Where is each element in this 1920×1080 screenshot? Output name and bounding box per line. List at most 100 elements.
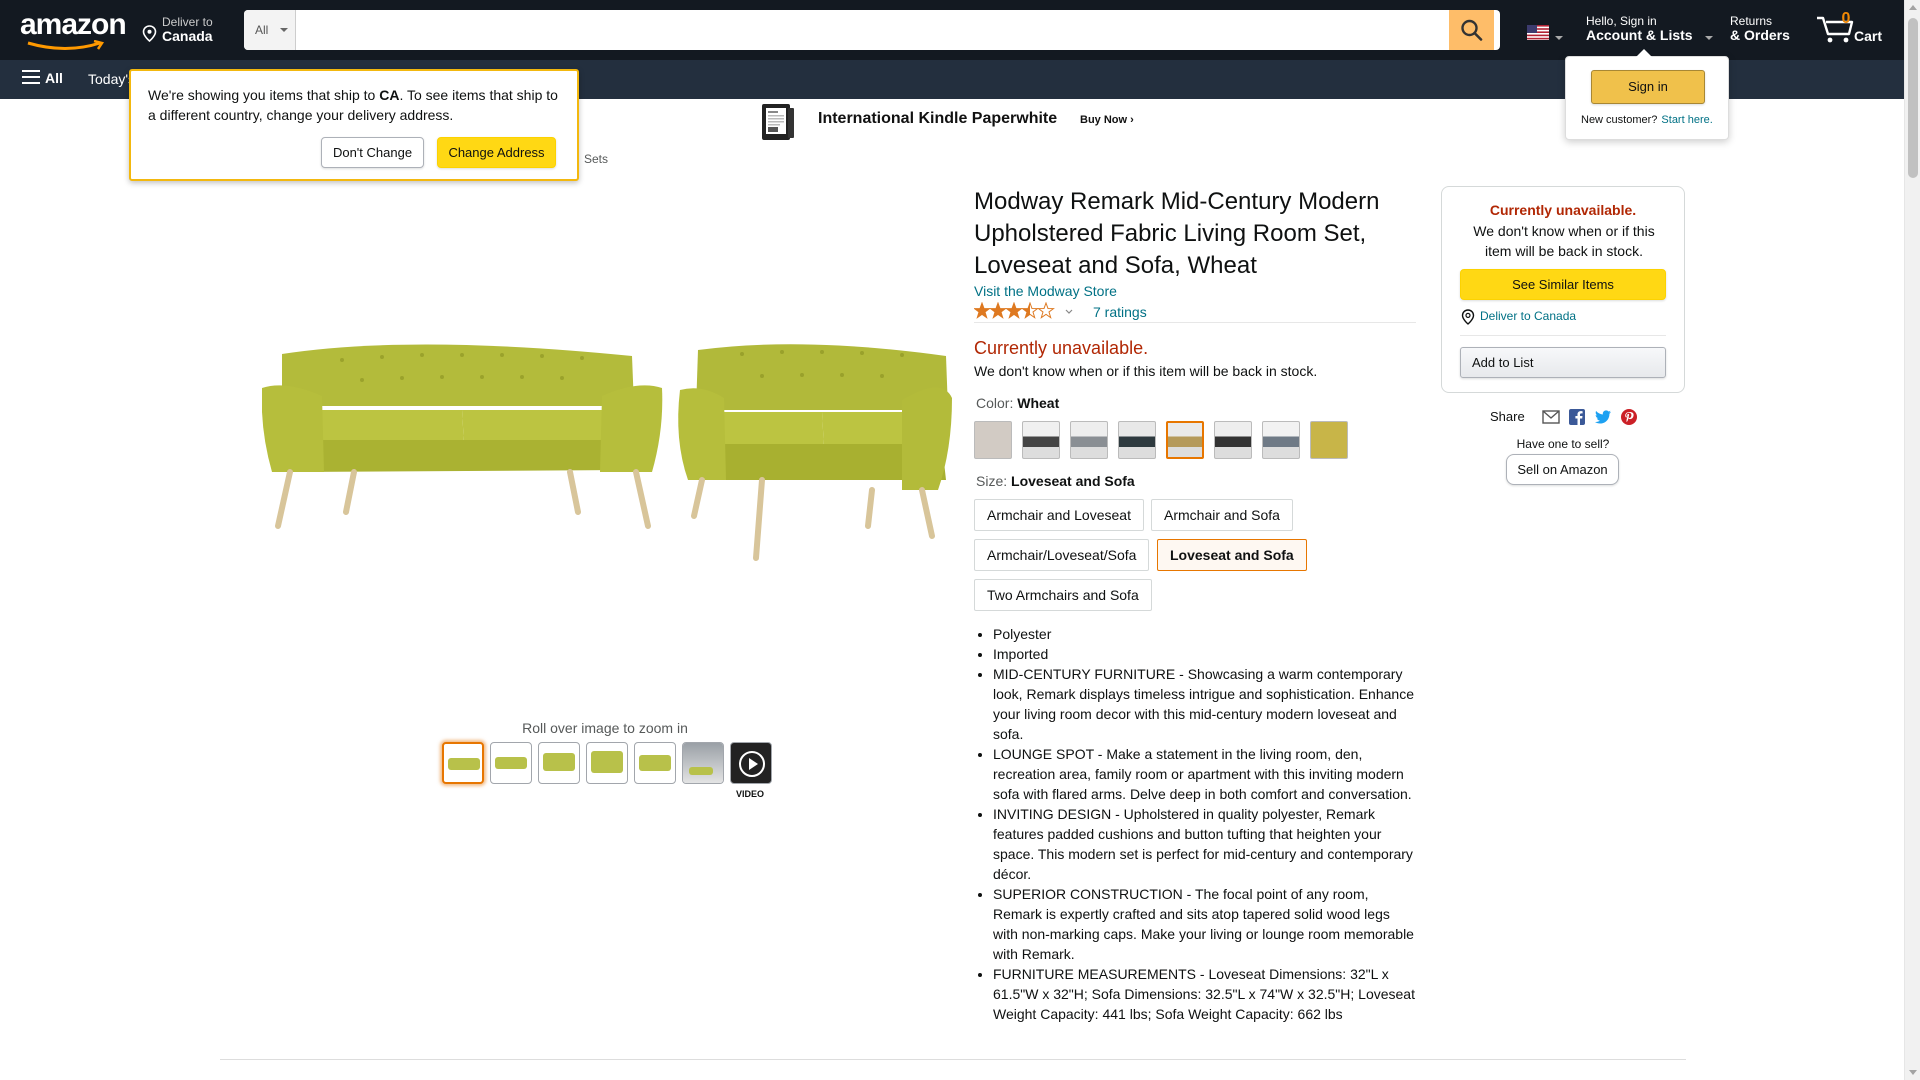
search-category-dropdown[interactable]: All	[244, 10, 296, 50]
thumbnail-4[interactable]	[586, 742, 628, 784]
cart-link[interactable]: 0 Cart	[1812, 8, 1898, 52]
returns-orders-link[interactable]: Returns & Orders	[1730, 14, 1810, 48]
color-swatch-2[interactable]	[1022, 421, 1060, 459]
star-rating-icon	[973, 301, 1073, 319]
add-to-list-button[interactable]: Add to List	[1460, 347, 1666, 378]
color-swatch-4[interactable]	[1118, 421, 1156, 459]
search-button[interactable]	[1449, 10, 1494, 50]
thumbnail-video[interactable]	[730, 742, 772, 784]
search-input[interactable]	[296, 10, 1453, 50]
feature-bullets: Polyester Imported MID-CENTURY FURNITURE…	[975, 624, 1415, 1024]
new-customer-prompt: New customer? Start here.	[1581, 114, 1713, 126]
top-nav: amazon Deliver to Canada All Hello, Sign…	[0, 0, 1904, 60]
availability-note: We don't know when or if this item will …	[974, 363, 1318, 379]
color-label-prefix: Color:	[976, 395, 1018, 411]
email-icon[interactable]	[1542, 408, 1560, 426]
chevron-down-icon	[280, 28, 288, 32]
thumbnail-2[interactable]	[490, 742, 532, 784]
color-swatch-6[interactable]	[1214, 421, 1252, 459]
buy-box: Currently unavailable. We don't know whe…	[1441, 186, 1685, 393]
todays-deals-link[interactable]: Today's	[88, 71, 135, 87]
size-option-armchair-loveseat[interactable]: Armchair and Loveseat	[974, 499, 1144, 531]
amazon-logo[interactable]: amazon	[20, 8, 127, 50]
color-label: Color: Wheat	[976, 395, 1059, 411]
color-swatch-wheat[interactable]	[1166, 421, 1204, 459]
product-main-image[interactable]	[262, 340, 952, 570]
thumbnail-1[interactable]	[442, 742, 484, 784]
change-address-button[interactable]: Change Address	[437, 137, 556, 168]
account-lists-menu[interactable]: Hello, Sign in Account & Lists	[1586, 14, 1713, 48]
logo-text: amazon	[20, 8, 127, 41]
thumbnail-6[interactable]	[682, 742, 724, 784]
scrollbar-thumb[interactable]	[1908, 18, 1918, 178]
us-flag-icon	[1527, 25, 1549, 40]
dont-change-button[interactable]: Don't Change	[321, 137, 424, 168]
thumbnail-5[interactable]	[634, 742, 676, 784]
banner-buy-now[interactable]: Buy Now ›	[1080, 114, 1134, 126]
chevron-down-icon	[1705, 36, 1713, 40]
returns-label: Returns	[1730, 14, 1773, 28]
page-scrollbar[interactable]	[1904, 0, 1920, 1080]
deliver-to-location[interactable]: Deliver to Canada	[142, 15, 242, 45]
size-option-armchair-loveseat-sofa[interactable]: Armchair/Loveseat/Sofa	[974, 539, 1150, 571]
ratings-count-link[interactable]: 7 ratings	[1093, 304, 1147, 320]
twitter-icon[interactable]	[1594, 408, 1612, 426]
share-row: Share	[1490, 408, 1650, 428]
new-customer-label: New customer?	[1581, 114, 1658, 126]
cart-label: Cart	[1854, 28, 1883, 44]
sofa-left-illustration	[262, 344, 663, 529]
kindle-device-icon	[762, 104, 794, 140]
color-swatch-3[interactable]	[1070, 421, 1108, 459]
facebook-icon[interactable]	[1568, 408, 1586, 426]
flyout-arrow	[1636, 49, 1652, 57]
start-here-link[interactable]: Start here.	[1661, 114, 1712, 126]
scroll-down-arrow-icon[interactable]	[1909, 1070, 1917, 1075]
see-similar-items-button[interactable]: See Similar Items	[1460, 269, 1666, 300]
list-item: Imported	[993, 644, 1415, 664]
sign-in-button[interactable]: Sign in	[1591, 70, 1705, 104]
size-label-prefix: Size:	[976, 473, 1012, 489]
thumbnail-image	[543, 753, 575, 771]
breadcrumb[interactable]: Sets	[584, 152, 608, 166]
loveseat-right-illustration	[678, 344, 952, 561]
product-title: Modway Remark Mid-Century Modern Upholst…	[974, 188, 1380, 279]
orders-label: & Orders	[1730, 27, 1790, 43]
scroll-up-arrow-icon[interactable]	[1909, 5, 1917, 10]
search-bar: All	[244, 10, 1500, 50]
all-menu-button[interactable]: All	[22, 70, 63, 86]
pinterest-icon[interactable]	[1620, 408, 1638, 426]
thumbnail-image	[639, 755, 671, 771]
size-option-armchair-sofa[interactable]: Armchair and Sofa	[1151, 499, 1293, 531]
language-selector[interactable]	[1527, 25, 1567, 41]
hamburger-icon	[22, 70, 40, 85]
signin-flyout: Sign in New customer? Start here.	[1565, 49, 1729, 140]
list-item: MID-CENTURY FURNITURE - Showcasing a war…	[993, 664, 1415, 744]
sell-on-amazon-button[interactable]: Sell on Amazon	[1506, 454, 1619, 485]
star-rating[interactable]	[973, 301, 1084, 320]
thumbnail-3[interactable]	[538, 742, 580, 784]
color-swatch-7[interactable]	[1262, 421, 1300, 459]
zoom-hint: Roll over image to zoom in	[522, 720, 688, 736]
list-item: FURNITURE MEASUREMENTS - Loveseat Dimens…	[993, 964, 1415, 1024]
chevron-down-icon	[1555, 36, 1563, 40]
size-selected-value: Loveseat and Sofa	[1011, 473, 1135, 489]
search-icon	[1461, 19, 1483, 41]
cart-count: 0	[1841, 10, 1851, 27]
play-icon	[739, 751, 765, 777]
thumbnail-image	[591, 751, 623, 773]
color-swatch-8[interactable]	[1310, 421, 1348, 459]
all-menu-label: All	[45, 70, 63, 86]
popover-message-text: We're showing you items that ship to	[148, 87, 380, 103]
account-lists-label: Account & Lists	[1586, 27, 1693, 43]
divider	[1460, 335, 1666, 336]
location-pin-icon	[1461, 309, 1475, 325]
list-item: LOUNGE SPOT - Make a statement in the li…	[993, 744, 1415, 804]
kindle-banner[interactable]: International Kindle Paperwhite Buy Now …	[758, 100, 1158, 144]
size-option-loveseat-sofa[interactable]: Loveseat and Sofa	[1157, 539, 1307, 571]
size-option-two-armchairs-sofa[interactable]: Two Armchairs and Sofa	[974, 579, 1152, 611]
color-swatch-1[interactable]	[974, 421, 1012, 459]
deliver-to-link[interactable]: Deliver to Canada	[1480, 309, 1576, 323]
popover-message: We're showing you items that ship to CA.…	[148, 85, 568, 125]
store-link[interactable]: Visit the Modway Store	[974, 283, 1117, 299]
list-item: INVITING DESIGN - Upholstered in quality…	[993, 804, 1415, 884]
